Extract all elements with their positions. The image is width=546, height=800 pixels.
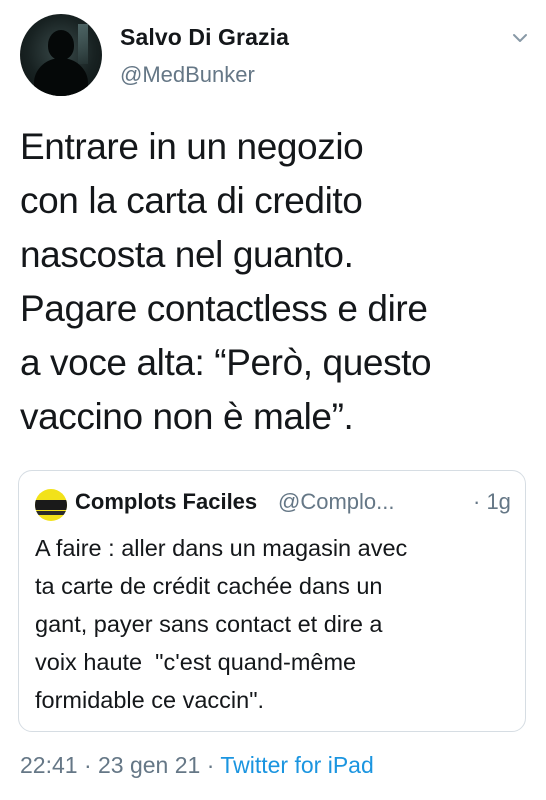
quoted-avatar-band [35, 500, 67, 510]
author-display-name[interactable]: Salvo Di Grazia [120, 24, 289, 51]
tweet-text-line: a voce alta: “Però, questo [20, 342, 432, 383]
tweet-text-line: con la carta di credito [20, 180, 363, 221]
quoted-text-line: voix haute "c'est quand-même [35, 649, 357, 675]
tweet-text-line: Entrare in un negozio [20, 126, 364, 167]
tweet-text-line: Pagare contactless e dire [20, 288, 428, 329]
tweet-text: Entrare in un negozio con la carta di cr… [20, 120, 532, 444]
author-avatar[interactable] [20, 14, 102, 96]
chevron-down-icon[interactable] [510, 30, 530, 46]
tweet-source-link[interactable]: Twitter for iPad [220, 752, 373, 778]
quoted-tweet-header: Complots Faciles @Complo... · 1g [35, 487, 515, 521]
quoted-avatar-band [35, 511, 67, 515]
tweet: Salvo Di Grazia @MedBunker Entrare in un… [0, 0, 546, 800]
quoted-text-line: formidable ce vaccin". [35, 687, 265, 713]
quoted-tweet-card[interactable]: Complots Faciles @Complo... · 1g A faire… [18, 470, 526, 732]
quoted-text-line: A faire : aller dans un magasin avec [35, 535, 408, 561]
tweet-meta: 22:41 · 23 gen 21 · Twitter for iPad [20, 752, 374, 779]
quoted-tweet-time[interactable]: · 1g [473, 489, 511, 515]
quoted-author-handle[interactable]: @Complo... [278, 489, 394, 515]
quoted-author-avatar[interactable] [35, 489, 67, 521]
quoted-text-line: ta carte de crédit cachée dans un [35, 573, 383, 599]
avatar-light [78, 24, 88, 64]
avatar-silhouette-head [48, 30, 74, 60]
quoted-text-line: gant, payer sans contact et dire a [35, 611, 383, 637]
quoted-tweet-text: A faire : aller dans un magasin avec ta … [35, 529, 515, 719]
tweet-text-line: vaccino non è male”. [20, 396, 354, 437]
author-handle[interactable]: @MedBunker [120, 62, 255, 88]
quoted-author-display-name[interactable]: Complots Faciles [75, 489, 257, 515]
tweet-text-line: nascosta nel guanto. [20, 234, 354, 275]
tweet-timestamp[interactable]: 22:41 · 23 gen 21 · [20, 752, 214, 778]
